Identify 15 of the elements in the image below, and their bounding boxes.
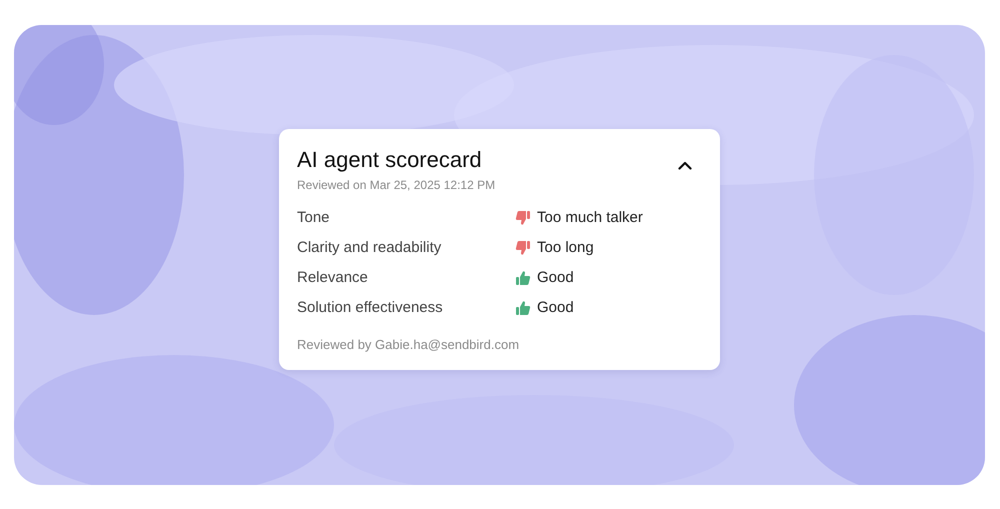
thumbs-down-icon: [515, 240, 531, 256]
rating-text: Too long: [537, 238, 594, 256]
card-title: AI agent scorecard: [297, 146, 483, 172]
criterion-label: Solution effectiveness: [297, 298, 444, 316]
rating-text: Too much talker: [537, 208, 643, 226]
thumbs-down-icon: [515, 210, 531, 226]
thumbs-up-icon: [515, 300, 531, 316]
thumbs-up-icon: [515, 270, 531, 286]
criterion-label: Clarity and readability: [297, 238, 442, 256]
reviewer-text: Reviewed by Gabie.ha@sendbird.com: [297, 336, 520, 352]
rating-text: Good: [537, 298, 574, 316]
review-date: Reviewed on Mar 25, 2025 12:12 PM: [297, 178, 496, 192]
criterion-label: Tone: [297, 208, 331, 226]
rating-text: Good: [537, 268, 574, 286]
criterion-label: Relevance: [297, 268, 369, 286]
